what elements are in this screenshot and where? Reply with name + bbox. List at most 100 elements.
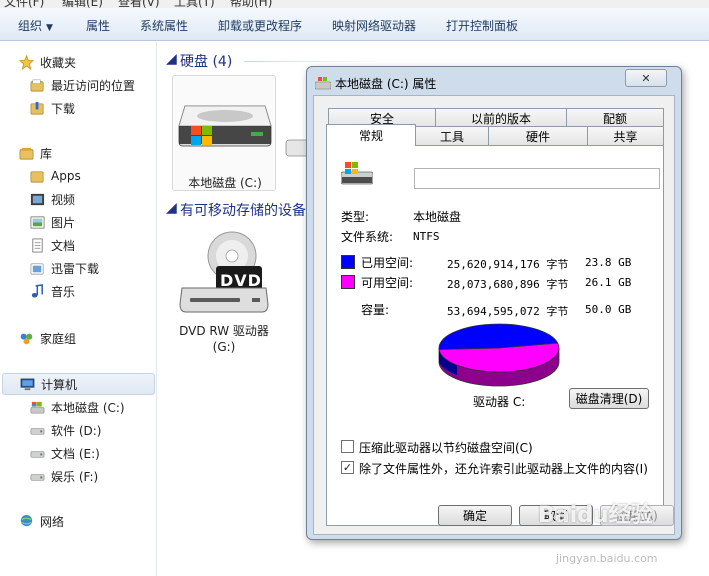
group-divider	[244, 61, 384, 62]
divider	[339, 295, 659, 296]
tab-previous-versions[interactable]: 以前的版本	[435, 108, 567, 128]
menu-tools[interactable]: 工具(T)	[174, 0, 215, 8]
general-tab-panel: 类型: 本地磁盘 文件系统: NTFS 已用空间: 25,620,914,176…	[326, 145, 664, 526]
menu-help[interactable]: 帮助(H)	[230, 0, 272, 8]
system-properties-button[interactable]: 系统属性	[140, 17, 188, 34]
picture-library-icon	[29, 214, 45, 230]
system-drive-icon	[178, 105, 272, 147]
compress-label: 压缩此驱动器以节约磁盘空间(C)	[359, 441, 533, 455]
dvd-icon-text: DVD	[220, 271, 262, 290]
close-button[interactable]: ✕	[625, 69, 667, 87]
organize-button[interactable]: 组织 ▼	[18, 17, 53, 34]
used-space-swatch	[341, 255, 355, 269]
used-space-gb: 23.8 GB	[585, 256, 632, 269]
dvd-drive-label: DVD RW 驱动器	[179, 324, 269, 338]
nav-network-label: 网络	[40, 514, 65, 529]
properties-button[interactable]: 属性	[86, 17, 110, 34]
checkmark-icon: ✓	[342, 461, 353, 474]
video-library-icon	[29, 191, 45, 207]
nav-documents[interactable]: 文档	[29, 235, 75, 255]
nav-homegroup-label: 家庭组	[40, 331, 77, 346]
drive-c-label: 本地磁盘 (C:)	[188, 176, 262, 190]
capacity-label: 容量:	[361, 303, 390, 317]
nav-documents-label: 文档	[51, 238, 76, 253]
dialog-body: 安全 以前的版本 配额 常规 工具 硬件 共享 类型: 本地磁盘 文件系统: N…	[313, 95, 675, 535]
nav-recent[interactable]: 最近访问的位置	[29, 75, 135, 95]
divider	[339, 414, 659, 415]
nav-xunlei[interactable]: 迅雷下载	[29, 258, 99, 278]
hard-disks-group-header[interactable]: 硬盘 (4)	[180, 51, 232, 71]
nav-drive-e[interactable]: 文档 (E:)	[29, 443, 100, 463]
star-icon	[18, 54, 34, 70]
nav-downloads-label: 下载	[51, 101, 76, 116]
system-drive-icon	[341, 162, 373, 185]
collapse-arrow-icon[interactable]: ◢	[166, 200, 177, 216]
type-value: 本地磁盘	[413, 210, 462, 224]
hard-drive-icon	[29, 422, 45, 438]
map-drive-button[interactable]: 映射网络驱动器	[332, 17, 416, 34]
filesystem-label: 文件系统:	[341, 230, 394, 244]
hard-drive-icon[interactable]	[284, 132, 306, 160]
dvd-drive-letter: (G:)	[212, 340, 236, 354]
nav-drive-c[interactable]: 本地磁盘 (C:)	[29, 397, 125, 417]
dvd-drive-tile[interactable]: DVD DVD RW 驱动器 (G:)	[172, 224, 276, 354]
control-panel-button[interactable]: 打开控制面板	[446, 17, 518, 34]
nav-computer[interactable]: 计算机	[2, 373, 155, 395]
nav-homegroup[interactable]: 家庭组	[18, 328, 76, 348]
index-checkbox[interactable]: ✓	[341, 461, 354, 474]
nav-drive-f[interactable]: 娱乐 (F:)	[29, 466, 98, 486]
free-space-label: 可用空间:	[361, 276, 414, 290]
homegroup-icon	[18, 330, 34, 346]
nav-libraries[interactable]: 库	[18, 143, 52, 163]
tab-tools[interactable]: 工具	[415, 126, 489, 146]
nav-xunlei-label: 迅雷下载	[51, 261, 100, 276]
compress-checkbox[interactable]	[341, 440, 354, 453]
nav-videos[interactable]: 视频	[29, 189, 75, 209]
watermark-url: jingyan.baidu.com	[556, 552, 658, 565]
nav-music[interactable]: 音乐	[29, 281, 75, 301]
tab-general[interactable]: 常规	[326, 124, 416, 146]
filesystem-value: NTFS	[413, 230, 440, 243]
free-space-gb: 26.1 GB	[585, 276, 632, 289]
collapse-arrow-icon[interactable]: ◢	[166, 51, 177, 67]
nav-computer-label: 计算机	[41, 377, 78, 392]
tab-hardware[interactable]: 硬件	[488, 126, 588, 146]
tab-quota[interactable]: 配额	[566, 108, 664, 128]
disk-cleanup-button[interactable]: 磁盘清理(D)	[569, 388, 649, 409]
library-icon	[18, 145, 34, 161]
capacity-bytes: 53,694,595,072 字节	[447, 305, 569, 318]
xunlei-folder-icon	[29, 260, 45, 276]
nav-music-label: 音乐	[51, 284, 76, 299]
volume-name-input[interactable]	[414, 168, 660, 189]
menu-file[interactable]: 文件(F)	[4, 0, 44, 8]
hard-drive-icon	[29, 445, 45, 461]
nav-drive-e-label: 文档 (E:)	[51, 446, 100, 461]
hard-drive-icon	[29, 468, 45, 484]
ok-button[interactable]: 确定	[438, 505, 512, 526]
computer-icon	[19, 376, 35, 392]
command-bar: 组织 ▼ 属性 系统属性 卸载或更改程序 映射网络驱动器 打开控制面板	[0, 8, 709, 41]
dialog-title: 本地磁盘 (C:) 属性	[335, 77, 437, 91]
nav-favorites[interactable]: 收藏夹	[18, 52, 76, 72]
removable-devices-group-header[interactable]: 有可移动存储的设备	[180, 200, 306, 220]
nav-apps[interactable]: Apps	[29, 166, 81, 186]
capacity-gb: 50.0 GB	[585, 303, 632, 316]
tab-sharing[interactable]: 共享	[587, 126, 664, 146]
recent-places-icon	[29, 77, 45, 93]
menu-view[interactable]: 查看(V)	[118, 0, 160, 8]
nav-downloads[interactable]: 下载	[29, 98, 75, 118]
menu-edit[interactable]: 编辑(E)	[62, 0, 103, 8]
document-library-icon	[29, 237, 45, 253]
index-label: 除了文件属性外，还允许索引此驱动器上文件的内容(I)	[359, 462, 648, 476]
nav-pictures[interactable]: 图片	[29, 212, 75, 232]
nav-drive-d[interactable]: 软件 (D:)	[29, 420, 101, 440]
navigation-pane: 收藏夹 最近访问的位置 下载 库 Apps 视频 图片 文档 迅雷下载 音乐 家…	[0, 42, 157, 576]
nav-network[interactable]: 网络	[18, 511, 64, 531]
nav-drive-c-label: 本地磁盘 (C:)	[51, 400, 125, 415]
menu-bar: 文件(F) 编辑(E) 查看(V) 工具(T) 帮助(H)	[0, 0, 709, 8]
music-note-icon	[29, 283, 45, 299]
network-icon	[18, 513, 34, 529]
drive-c-tile[interactable]: 本地磁盘 (C:)	[172, 75, 276, 191]
uninstall-button[interactable]: 卸载或更改程序	[218, 17, 302, 34]
folder-icon	[29, 168, 45, 184]
